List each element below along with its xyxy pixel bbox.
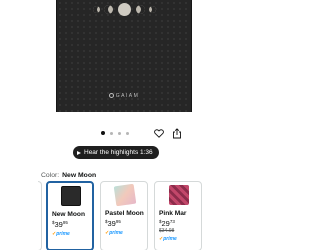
swatch-image bbox=[168, 185, 189, 205]
prime-badge: ✓prime bbox=[105, 230, 144, 236]
brand-name: GAIAM bbox=[115, 93, 140, 99]
carousel-dot[interactable] bbox=[126, 131, 129, 135]
prime-label: prime bbox=[109, 230, 123, 236]
swatch-image bbox=[60, 186, 81, 206]
moon-icon bbox=[136, 5, 145, 14]
price-whole: 29 bbox=[161, 219, 170, 228]
color-swatch-list: New Moon $3995 ✓prime Pastel Moon... $39… bbox=[38, 181, 250, 250]
heart-icon bbox=[154, 128, 164, 138]
swatch-image bbox=[113, 183, 136, 207]
swatch-name: New Moon bbox=[52, 211, 85, 218]
swatch-card-pastel-moon[interactable]: Pastel Moon... $3995 ✓prime bbox=[100, 181, 148, 250]
wishlist-button[interactable] bbox=[152, 126, 166, 140]
price-whole: 39 bbox=[107, 219, 116, 228]
moon-phase-graphic bbox=[57, 3, 191, 17]
swatch-price: $3995 bbox=[105, 219, 121, 228]
product-image[interactable]: GAIAM bbox=[0, 0, 250, 120]
color-selection: Color: New Moon bbox=[41, 172, 96, 179]
swatch-name: Pastel Moon... bbox=[105, 210, 144, 217]
share-icon bbox=[173, 127, 181, 138]
price-fraction: 95 bbox=[62, 220, 68, 225]
carousel-dot[interactable] bbox=[110, 131, 113, 135]
full-moon-icon bbox=[118, 3, 131, 16]
play-icon bbox=[77, 150, 81, 155]
prime-label: prime bbox=[163, 236, 177, 242]
hear-highlights-label: Hear the highlights 1:36 bbox=[84, 149, 153, 156]
swatch-card-pink-marble[interactable]: Pink Mar $2973 $34.98 ✓prime bbox=[154, 181, 202, 250]
moon-icon bbox=[104, 5, 113, 14]
carousel-dot[interactable] bbox=[101, 131, 105, 135]
yoga-mat-image: GAIAM bbox=[56, 0, 192, 112]
hear-highlights-button[interactable]: Hear the highlights 1:36 bbox=[73, 146, 159, 159]
price-whole: 39 bbox=[54, 220, 63, 229]
swatch-list-price: $34.98 bbox=[159, 228, 175, 234]
color-label: Color: bbox=[41, 172, 60, 179]
brand-mark-icon bbox=[108, 93, 114, 98]
prime-badge: ✓prime bbox=[159, 236, 198, 242]
swatch-price: $2973 bbox=[159, 219, 175, 228]
brand-logo: GAIAM bbox=[57, 93, 191, 99]
moon-icon bbox=[93, 6, 100, 13]
swatch-name: Pink Mar bbox=[159, 210, 187, 217]
swatch-card-new-moon[interactable]: New Moon $3995 ✓prime bbox=[46, 181, 94, 250]
prime-badge: ✓prime bbox=[52, 231, 89, 237]
swatch-price: $3995 bbox=[52, 220, 68, 229]
swatch-card-partial[interactable] bbox=[38, 181, 42, 250]
price-fraction: 73 bbox=[169, 219, 175, 224]
share-button[interactable] bbox=[170, 126, 184, 140]
price-fraction: 95 bbox=[115, 219, 121, 224]
image-carousel-dots bbox=[101, 130, 129, 136]
moon-icon bbox=[149, 6, 156, 13]
carousel-dot[interactable] bbox=[118, 131, 121, 135]
selected-color: New Moon bbox=[62, 172, 97, 179]
prime-label: prime bbox=[56, 231, 70, 237]
